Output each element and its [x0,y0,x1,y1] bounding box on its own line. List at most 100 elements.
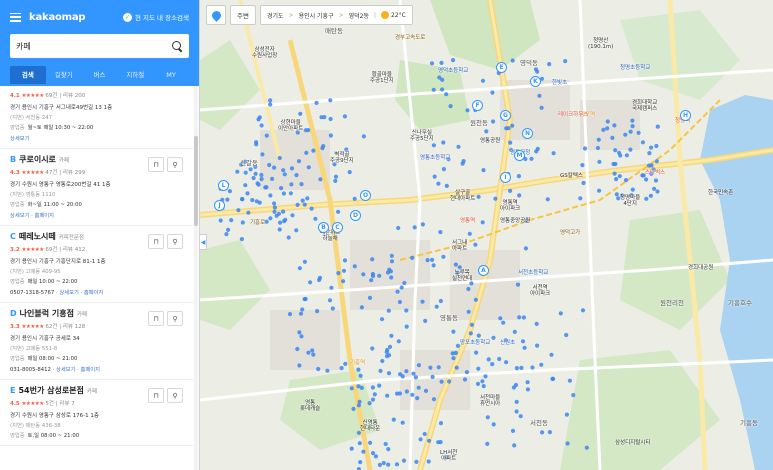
scrollbar[interactable] [194,86,198,470]
place-dot[interactable] [328,133,333,138]
place-dot[interactable] [236,208,241,213]
place-dot[interactable] [490,362,495,367]
place-dot[interactable] [490,90,495,95]
place-dot[interactable] [437,75,442,80]
map-label[interactable]: 영통초등학교 [420,155,450,161]
place-dot[interactable] [519,365,524,370]
place-dot[interactable] [299,334,304,339]
place-dot[interactable] [369,278,374,283]
place-dot[interactable] [226,227,231,232]
place-dot[interactable] [359,385,364,390]
place-dot[interactable] [610,135,615,140]
map-label[interactable]: GS칼텍스 [560,173,583,179]
place-dot[interactable] [401,458,407,463]
place-dot[interactable] [339,366,344,371]
map-label[interactable]: 청명초등학교 [620,65,650,71]
place-dot[interactable] [328,116,333,122]
place-dot[interactable] [510,58,515,63]
place-dot[interactable] [330,306,335,311]
place-dot[interactable] [370,257,375,262]
place-dot[interactable] [654,143,659,149]
place-dot[interactable] [444,92,449,97]
place-dot[interactable] [367,401,372,406]
search-icon[interactable] [172,40,183,52]
place-dot[interactable] [333,174,339,179]
map-label[interactable]: 경부고속도로 [395,35,425,41]
map-label[interactable]: 기흥호수 [728,299,752,307]
place-dot[interactable] [567,378,572,383]
map-label[interactable]: 영통역 [460,218,475,224]
place-dot[interactable] [268,98,273,103]
place-dot[interactable] [614,192,619,197]
place-dot[interactable] [514,366,519,371]
place-dot[interactable] [447,379,452,384]
map-label[interactable]: 노루목 실천연대 [452,270,472,282]
place-dot[interactable] [529,156,534,161]
place-dot[interactable] [404,308,409,313]
map-label[interactable]: 살구골 현대아파트 [450,190,475,202]
place-dot[interactable] [278,220,283,225]
place-dot[interactable] [415,396,420,401]
place-dot[interactable] [297,363,302,368]
place-dot[interactable] [438,230,443,235]
result-pin[interactable]: F [472,100,483,111]
result-pin[interactable]: A [478,265,489,276]
place-dot[interactable] [321,144,326,149]
place-dot[interactable] [467,231,472,236]
place-dot[interactable] [491,422,496,427]
place-dot[interactable] [277,227,282,232]
place-dot[interactable] [308,280,313,285]
map-label[interactable]: 영통동 [440,314,458,322]
results-list[interactable]: 4.1 ★★★★★ 69건 | 리뷰 200 경기 용인시 기흥구 서그내로49… [0,86,199,470]
place-dot[interactable] [314,100,319,105]
place-dot[interactable] [646,163,652,168]
place-dot[interactable] [469,322,474,327]
place-dot[interactable] [259,123,264,128]
place-dot[interactable] [302,202,307,207]
place-dot[interactable] [481,168,486,173]
place-dot[interactable] [517,193,522,198]
place-dot[interactable] [277,155,282,161]
place-dot[interactable] [367,295,373,300]
place-dot[interactable] [358,460,363,465]
place-dot[interactable] [396,225,401,231]
place-dot[interactable] [501,320,506,325]
map-label[interactable]: 신원초 [500,340,515,346]
place-dot[interactable] [243,183,248,188]
place-dot[interactable] [654,159,659,164]
place-dot[interactable] [516,174,521,179]
place-dot[interactable] [414,459,419,464]
place-dot[interactable] [450,58,456,63]
map-label[interactable]: 서천동 [530,419,548,427]
place-dot[interactable] [259,172,264,178]
map-label[interactable]: 레이크하우스 [558,112,588,118]
place-dot[interactable] [539,105,544,110]
detail-link[interactable]: 상세보기 · 홈페이지 [10,211,183,219]
place-dot[interactable] [425,258,430,263]
place-dot[interactable] [404,369,409,374]
place-dot[interactable] [539,362,544,367]
place-dot[interactable] [423,318,428,323]
place-dot[interactable] [545,197,550,202]
place-dot[interactable] [540,430,545,435]
place-dot[interactable] [305,196,310,201]
place-dot[interactable] [630,118,635,123]
scrollbar-thumb[interactable] [194,136,198,226]
place-dot[interactable] [240,220,245,225]
result-pin[interactable]: G [500,110,511,121]
place-dot[interactable] [268,216,273,221]
place-dot[interactable] [306,350,311,355]
place-dot[interactable] [504,360,509,365]
place-dot[interactable] [510,428,516,433]
place-dot[interactable] [370,385,375,390]
place-dot[interactable] [351,406,356,411]
place-dot[interactable] [461,159,466,164]
place-dot[interactable] [558,311,563,316]
place-dot[interactable] [410,392,415,397]
place-dot[interactable] [485,415,490,420]
place-dot[interactable] [402,280,407,286]
place-dot[interactable] [325,368,330,373]
map-label[interactable]: 스타벅스 [645,170,665,176]
place-dot[interactable] [457,265,462,270]
place-dot[interactable] [384,354,390,359]
